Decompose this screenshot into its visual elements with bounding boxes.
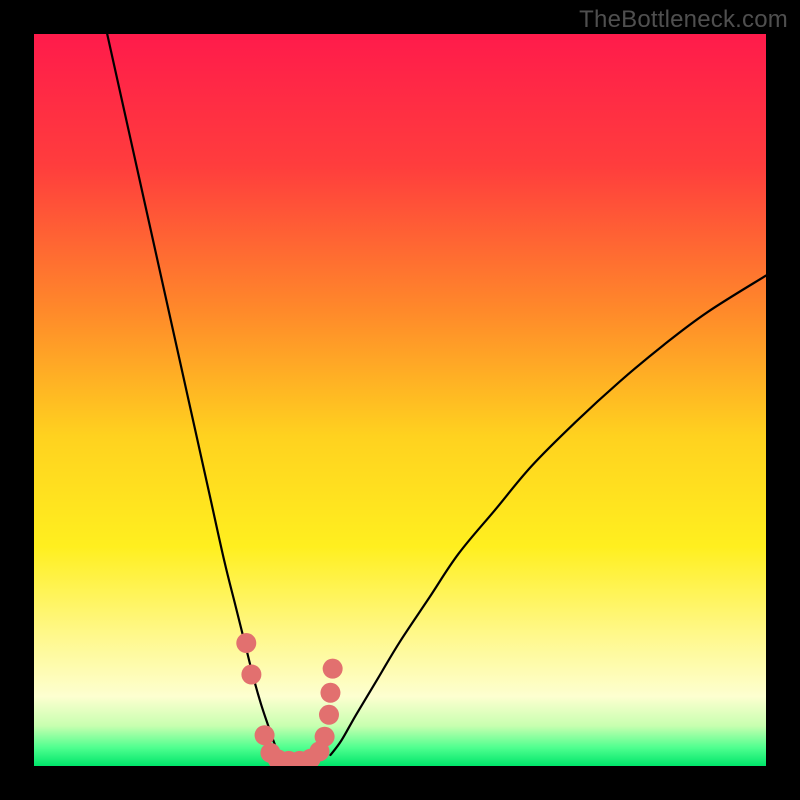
scatter-dot bbox=[315, 727, 335, 747]
scatter-dot bbox=[241, 665, 261, 685]
chart-svg bbox=[34, 34, 766, 766]
scatter-dot bbox=[236, 633, 256, 653]
plot-area bbox=[34, 34, 766, 766]
scatter-dot bbox=[319, 705, 339, 725]
scatter-dot bbox=[255, 725, 275, 745]
scatter-dot bbox=[320, 683, 340, 703]
watermark-text: TheBottleneck.com bbox=[579, 6, 788, 34]
gradient-background bbox=[34, 34, 766, 766]
chart-frame: TheBottleneck.com bbox=[0, 0, 800, 800]
scatter-dot bbox=[323, 659, 343, 679]
